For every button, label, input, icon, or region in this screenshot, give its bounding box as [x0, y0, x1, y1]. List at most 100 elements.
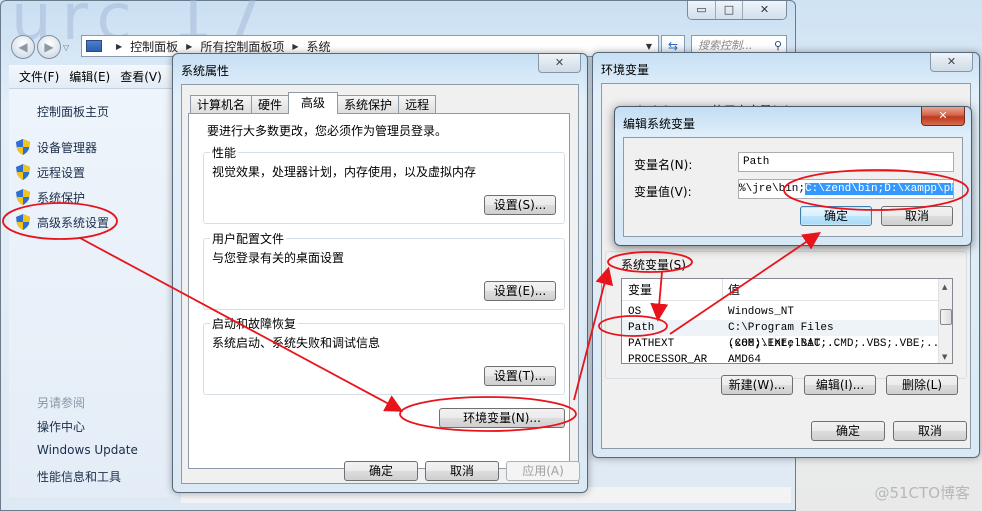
performance-group: 性能 视觉效果，处理器计划，内存使用，以及虚拟内存 设置(S)...	[203, 144, 565, 224]
forward-button[interactable]: ▶	[37, 35, 61, 59]
close-button[interactable]: ✕	[538, 54, 581, 73]
system-variables-list[interactable]: 变量 值 OS Windows_NT Path C:\Program Files…	[621, 278, 953, 364]
variable-value-selection: C:\zend\bin;D:\xampp\php;	[805, 183, 953, 195]
dialog-body: 变量名(N): Path 变量值(V): %\jre\bin;C:\zend\b…	[623, 137, 963, 237]
ok-button[interactable]: 确定	[811, 421, 885, 441]
startup-recovery-settings-button[interactable]: 设置(T)...	[484, 366, 556, 386]
ok-button[interactable]: 确定	[800, 206, 872, 226]
variable-name: PATHEXT	[628, 338, 675, 350]
system-variables-label: 系统变量(S)	[619, 256, 688, 273]
group-legend: 性能	[210, 144, 239, 161]
breadcrumb-separator-icon[interactable]: ▶	[186, 42, 192, 51]
cancel-button[interactable]: 取消	[881, 206, 953, 226]
menu-bar: 文件(F) 编辑(E) 查看(V)	[9, 65, 179, 89]
tab-remote[interactable]: 远程	[398, 95, 437, 114]
admin-note: 要进行大多数更改，您必须作为管理员登录。	[207, 124, 448, 138]
variable-name-label: 变量名(N):	[634, 158, 693, 172]
close-icon: ✕	[946, 55, 957, 68]
uac-shield-icon	[16, 189, 30, 205]
tab-advanced[interactable]: 高级	[288, 92, 339, 114]
list-row[interactable]: PROCESSOR_AR AMD64	[622, 352, 940, 364]
task-system-protection[interactable]: 系统保护	[37, 189, 85, 206]
recent-pages-dropdown[interactable]: ▽	[63, 43, 73, 52]
startup-recovery-group: 启动和故障恢复 系统启动、系统失败和调试信息 设置(T)...	[203, 315, 565, 395]
tab-hardware[interactable]: 硬件	[251, 95, 290, 114]
task-device-manager[interactable]: 设备管理器	[37, 139, 97, 156]
variable-value-text: %\jre\bin;	[739, 183, 806, 195]
user-profiles-group: 用户配置文件 与您登录有关的桌面设置 设置(E)...	[203, 230, 565, 310]
column-header-value[interactable]: 值	[728, 279, 740, 301]
close-button[interactable]: ✕	[930, 53, 973, 72]
see-also-windows-update[interactable]: Windows Update	[37, 443, 138, 457]
vertical-scrollbar[interactable]: ▲ ▼	[938, 279, 952, 363]
control-panel-home-link[interactable]: 控制面板主页	[37, 103, 109, 120]
list-row[interactable]: OS Windows_NT	[622, 304, 940, 320]
variable-name: OS	[628, 306, 642, 318]
refresh-icon: ⇆	[667, 39, 679, 53]
variable-name-input[interactable]: Path	[738, 152, 954, 172]
variable-name: PROCESSOR_AR	[628, 354, 708, 364]
variable-value: Windows_NT	[728, 306, 795, 318]
scrollbar-thumb[interactable]	[940, 309, 952, 325]
task-remote-settings[interactable]: 远程设置	[37, 164, 85, 181]
scroll-up-icon[interactable]: ▲	[942, 283, 947, 291]
dialog-title: 编辑系统变量	[623, 117, 696, 131]
breadcrumb-item[interactable]: 所有控制面板项	[200, 38, 284, 55]
column-header-variable[interactable]: 变量	[628, 279, 652, 301]
edit-system-variable-dialog: 编辑系统变量 ✕ 变量名(N): Path 变量值(V): %\jre\bin;…	[614, 106, 972, 246]
environment-variables-button[interactable]: 环境变量(N)...	[439, 408, 565, 428]
control-panel-icon	[86, 40, 102, 52]
menu-edit[interactable]: 编辑(E)	[69, 68, 110, 85]
maximize-button[interactable]: □	[715, 1, 742, 19]
tab-computer-name[interactable]: 计算机名	[190, 95, 253, 114]
edit-variable-button[interactable]: 编辑(I)...	[804, 375, 876, 395]
back-arrow-icon: ◀	[18, 40, 28, 54]
menu-view[interactable]: 查看(V)	[120, 68, 162, 85]
dialog-title: 环境变量	[601, 63, 650, 77]
system-properties-dialog: 系统属性 ✕ 计算机名 硬件 高级 系统保护 远程 要进行大多数更改，您必须作为…	[172, 53, 588, 493]
column-divider[interactable]	[722, 279, 723, 301]
new-variable-button[interactable]: 新建(W)...	[721, 375, 793, 395]
see-also-performance-tools[interactable]: 性能信息和工具	[37, 468, 121, 485]
close-button[interactable]: ✕	[921, 107, 965, 126]
variable-name-value: Path	[743, 156, 770, 168]
advanced-tab-panel: 要进行大多数更改，您必须作为管理员登录。 性能 视觉效果，处理器计划，内存使用，…	[188, 113, 570, 469]
apply-button[interactable]: 应用(A)	[506, 461, 580, 481]
search-placeholder: 搜索控制...	[698, 39, 753, 52]
see-also-heading: 另请参阅	[37, 396, 86, 410]
breadcrumb-item[interactable]: 控制面板	[130, 38, 178, 55]
group-description: 系统启动、系统失败和调试信息	[212, 336, 381, 350]
uac-shield-icon	[16, 139, 30, 155]
see-also-action-center[interactable]: 操作中心	[37, 418, 85, 435]
minimize-button[interactable]: ▭	[688, 1, 715, 19]
breadcrumb-separator-icon[interactable]: ▶	[116, 42, 122, 51]
group-description: 视觉效果，处理器计划，内存使用，以及虚拟内存	[212, 165, 477, 179]
delete-variable-button[interactable]: 删除(L)	[886, 375, 958, 395]
tab-strip: 计算机名 硬件 高级 系统保护 远程	[190, 92, 437, 114]
user-profiles-settings-button[interactable]: 设置(E)...	[484, 281, 556, 301]
close-icon: ✕	[554, 56, 565, 69]
group-legend: 用户配置文件	[210, 230, 287, 247]
left-task-pane: 控制面板主页 设备管理器 远程设置 系统保护 高级系统设置 另请参阅 操作中心 …	[9, 89, 179, 497]
dialog-title: 系统属性	[181, 64, 230, 78]
cancel-button[interactable]: 取消	[893, 421, 967, 441]
dialog-body: 计算机名 硬件 高级 系统保护 远程 要进行大多数更改，您必须作为管理员登录。 …	[181, 84, 580, 484]
close-button[interactable]: ✕	[742, 1, 786, 19]
breadcrumb-separator-icon[interactable]: ▶	[292, 42, 298, 51]
menu-file[interactable]: 文件(F)	[19, 68, 59, 85]
uac-shield-icon	[16, 214, 30, 230]
variable-value-input[interactable]: %\jre\bin;C:\zend\bin;D:\xampp\php;	[738, 179, 954, 199]
performance-settings-button[interactable]: 设置(S)...	[484, 195, 556, 215]
cancel-button[interactable]: 取消	[425, 461, 499, 481]
uac-shield-icon	[16, 164, 30, 180]
forward-arrow-icon: ▶	[44, 40, 54, 54]
list-row[interactable]: PATHEXT .COM;.EXE;.BAT;.CMD;.VBS;.VBE;..…	[622, 336, 952, 352]
tab-system-protection[interactable]: 系统保护	[337, 95, 400, 114]
address-dropdown-icon[interactable]: ▼	[646, 42, 652, 51]
task-advanced-system-settings[interactable]: 高级系统设置	[37, 214, 109, 231]
scroll-down-icon[interactable]: ▼	[942, 353, 947, 361]
ok-button[interactable]: 确定	[344, 461, 418, 481]
breadcrumb-item[interactable]: 系统	[307, 38, 331, 55]
back-button[interactable]: ◀	[11, 35, 35, 59]
list-row[interactable]: Path C:\Program Files (x86)\Intel\iC...	[622, 320, 940, 350]
